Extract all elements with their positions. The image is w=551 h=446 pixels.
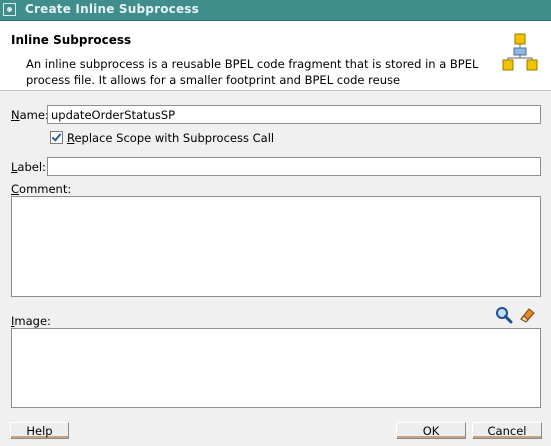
help-button[interactable]: Help xyxy=(10,422,69,439)
dialog-header: Inline Subprocess An inline subprocess i… xyxy=(0,21,551,91)
window-menu-icon[interactable] xyxy=(3,3,16,16)
replace-scope-checkbox[interactable] xyxy=(50,131,63,144)
name-label: Name: xyxy=(11,108,49,122)
header-title: Inline Subprocess xyxy=(11,33,132,47)
comment-textarea[interactable] xyxy=(11,196,541,297)
label-label: Label: xyxy=(11,160,46,174)
header-description: An inline subprocess is a reusable BPEL … xyxy=(26,57,479,87)
image-label: Image: xyxy=(11,314,51,328)
label-input[interactable] xyxy=(47,157,541,176)
title-bar: Create Inline Subprocess xyxy=(0,0,551,21)
image-field[interactable] xyxy=(11,328,541,408)
ok-button[interactable]: OK xyxy=(396,422,466,439)
name-input[interactable]: updateOrderStatusSP xyxy=(47,105,541,124)
window-title: Create Inline Subprocess xyxy=(25,2,199,16)
eraser-icon[interactable] xyxy=(518,306,536,324)
subprocess-diagram-icon xyxy=(502,33,538,71)
cancel-button[interactable]: Cancel xyxy=(472,422,542,439)
replace-scope-label[interactable]: Replace Scope with Subprocess Call xyxy=(67,131,274,145)
search-icon[interactable] xyxy=(495,306,513,324)
comment-label: Comment: xyxy=(11,182,72,196)
